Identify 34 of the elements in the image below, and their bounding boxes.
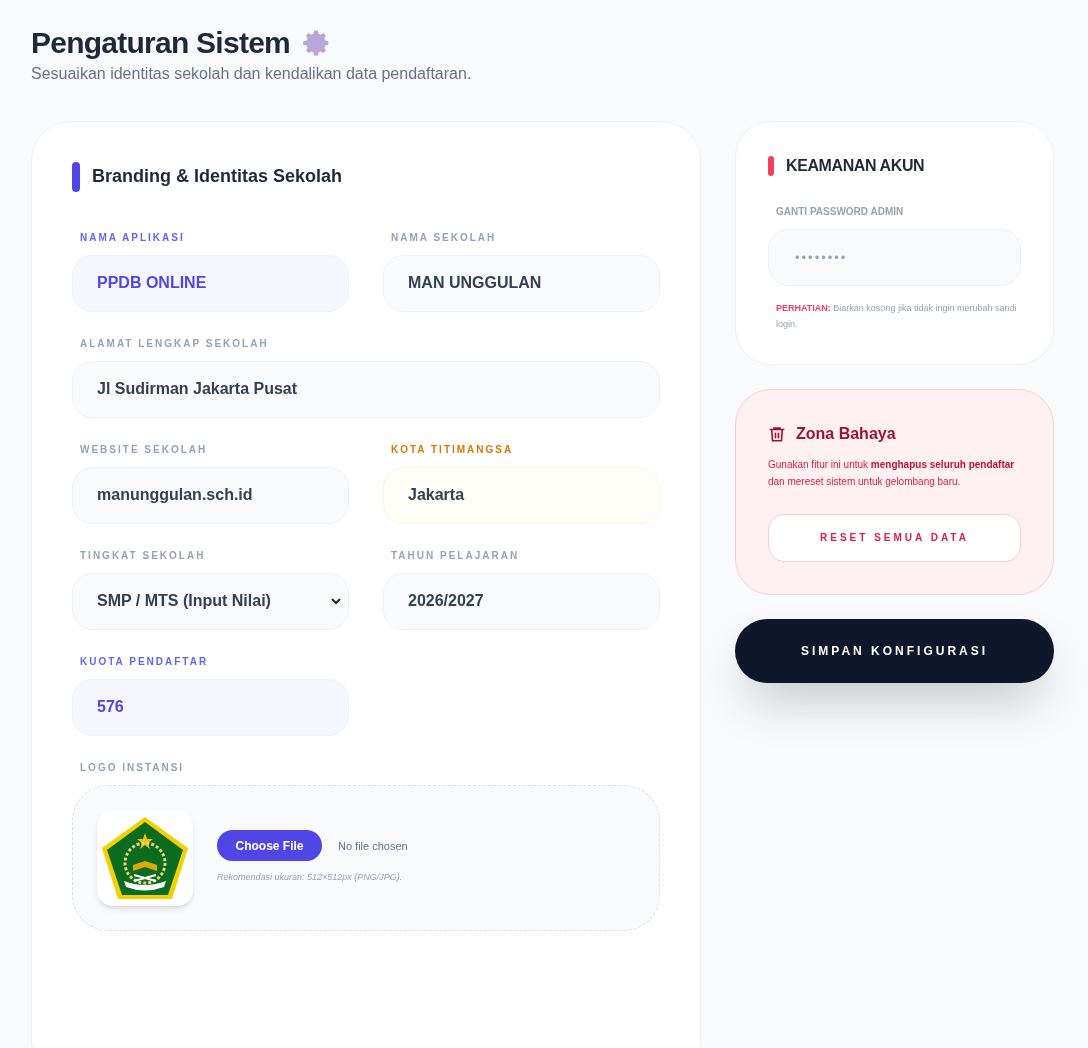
text-field[interactable]: Jakarta bbox=[383, 466, 660, 524]
reset-button[interactable]: RESET SEMUA DATA bbox=[768, 513, 1021, 562]
level-select[interactable]: SMP / MTS (Input Nilai) bbox=[72, 572, 349, 630]
field-label: LOGO INSTANSI bbox=[79, 760, 186, 775]
save-button[interactable]: SIMPAN KONFIGURASI bbox=[735, 618, 1054, 683]
page-subtitle: Sesuaikan identitas sekolah dan kendalikan data pendaftaran. bbox=[31, 63, 473, 84]
accent-bar bbox=[72, 161, 80, 192]
text-field[interactable]: manunggulan.sch.id bbox=[72, 466, 349, 524]
field-label: WEBSITE SEKOLAH bbox=[79, 442, 209, 457]
accent-bar bbox=[768, 155, 774, 176]
page-title: Pengaturan Sistem bbox=[31, 25, 290, 61]
upload-hint: Rekomendasi ukuran: 512×512px (PNG/JPG). bbox=[217, 871, 404, 885]
field-label: NAMA APLIKASI bbox=[79, 230, 186, 245]
field-label: TINGKAT SEKOLAH bbox=[79, 548, 207, 563]
field-label: KOTA TITIMANGSA bbox=[390, 442, 515, 457]
card-title: KEAMANAN AKUN bbox=[786, 155, 925, 176]
text-field[interactable]: Jl Sudirman Jakarta Pusat bbox=[72, 360, 660, 418]
text-field[interactable]: PPDB ONLINE bbox=[72, 254, 349, 312]
field-label: GANTI PASSWORD ADMIN bbox=[775, 204, 905, 219]
text-field[interactable]: 576 bbox=[72, 678, 349, 736]
warning-note: PERHATIAN: Biarkan kosong jika tidak ingin merubah sandi login. bbox=[775, 301, 1018, 331]
card-title: Zona Bahaya bbox=[796, 423, 896, 444]
text-field[interactable]: 2026/2027 bbox=[383, 572, 660, 630]
field-label: KUOTA PENDAFTAR bbox=[79, 654, 210, 669]
field-label: TAHUN PELAJARAN bbox=[390, 548, 521, 563]
field-label: NAMA SEKOLAH bbox=[390, 230, 498, 245]
choose-file-button[interactable]: Choose File bbox=[217, 830, 322, 862]
chevron-down-icon bbox=[330, 595, 342, 607]
card-title: Branding & Identitas Sekolah bbox=[92, 165, 343, 188]
file-status: No file chosen bbox=[338, 838, 408, 854]
trash-icon bbox=[768, 424, 786, 443]
danger-description: Gunakan fitur ini untuk menghapus seluruh pendaftar dan mereset sistem untuk gelombang baru. bbox=[768, 457, 1016, 489]
field-label: ALAMAT LENGKAP SEKOLAH bbox=[79, 336, 270, 351]
text-field[interactable]: MAN UNGGULAN bbox=[383, 254, 660, 312]
